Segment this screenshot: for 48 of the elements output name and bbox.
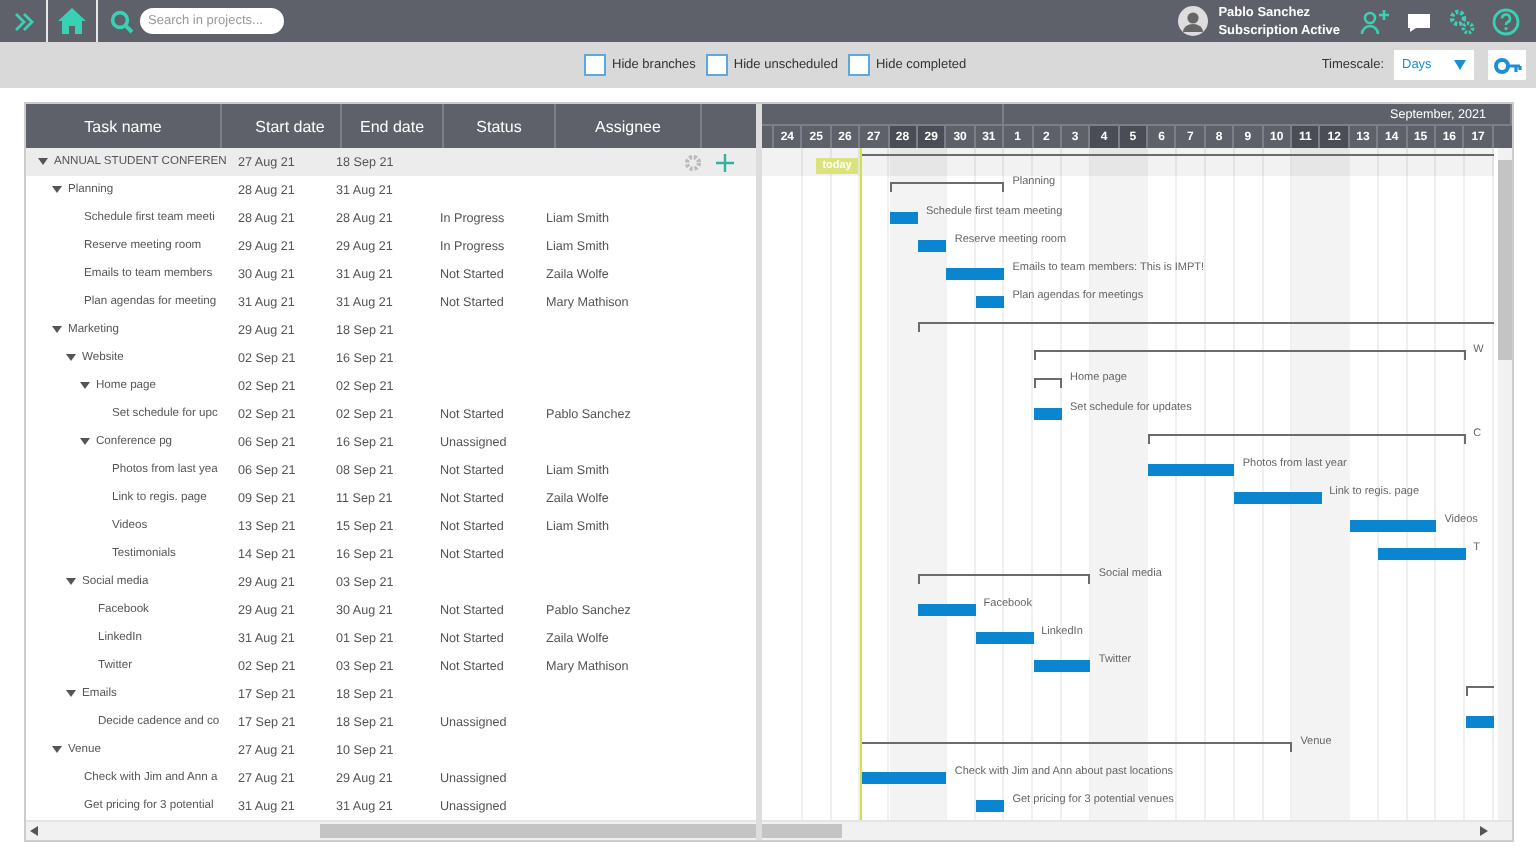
summary-bracket[interactable]: [860, 742, 1293, 752]
summary-bracket[interactable]: [1465, 686, 1494, 696]
checkbox[interactable]: [847, 54, 870, 76]
scrollbar-thumb[interactable]: [320, 824, 756, 838]
home-icon[interactable]: [58, 8, 86, 34]
horizontal-scrollbar[interactable]: [762, 820, 1512, 840]
scrollbar-thumb[interactable]: [762, 824, 842, 838]
task-bar[interactable]: [1033, 660, 1091, 672]
key-button[interactable]: [1488, 50, 1526, 80]
caret-icon: [1454, 60, 1466, 70]
task-bar[interactable]: [975, 296, 1005, 308]
vertical-scrollbar[interactable]: [1498, 148, 1512, 820]
search-icon[interactable]: [110, 9, 134, 33]
scrollbar-thumb[interactable]: [1498, 160, 1512, 360]
collapse-caret-icon[interactable]: [52, 186, 62, 194]
summary-bracket[interactable]: [1033, 378, 1062, 388]
collapse-caret-icon[interactable]: [52, 746, 62, 754]
plus-icon[interactable]: [716, 153, 734, 171]
collapse-caret-icon[interactable]: [38, 158, 48, 166]
message-icon[interactable]: [1406, 9, 1432, 33]
scroll-right-icon[interactable]: [1476, 826, 1492, 836]
task-bar[interactable]: [860, 772, 947, 784]
collapse-caret-icon[interactable]: [52, 326, 62, 334]
task-bar[interactable]: [975, 800, 1005, 812]
avatar-icon: [1178, 6, 1209, 36]
summary-bracket[interactable]: [889, 182, 1005, 192]
collapse-caret-icon[interactable]: [66, 354, 76, 362]
collapse-caret-icon[interactable]: [80, 382, 90, 390]
task-bar[interactable]: [889, 212, 918, 224]
summary-bracket[interactable]: [918, 322, 1494, 332]
checkbox[interactable]: [705, 54, 728, 76]
key-icon: [1493, 57, 1521, 73]
collapse-caret-icon[interactable]: [66, 690, 76, 698]
add-user-icon[interactable]: [1360, 7, 1390, 35]
scroll-left-icon[interactable]: [26, 826, 42, 836]
task-bar[interactable]: [918, 240, 947, 252]
settings-icon[interactable]: [1448, 7, 1476, 35]
expand-icon[interactable]: [11, 9, 35, 33]
task-bar[interactable]: [1033, 408, 1062, 420]
summary-bracket[interactable]: [1148, 434, 1466, 444]
collapse-caret-icon[interactable]: [66, 578, 76, 586]
checkbox[interactable]: [584, 54, 606, 76]
collapse-caret-icon[interactable]: [80, 438, 90, 446]
summary-bracket[interactable]: [1033, 350, 1466, 360]
summary-bracket[interactable]: [918, 574, 1091, 584]
task-bar[interactable]: [1465, 716, 1494, 728]
help-icon[interactable]: [1492, 7, 1520, 35]
horizontal-scrollbar[interactable]: [26, 820, 756, 840]
